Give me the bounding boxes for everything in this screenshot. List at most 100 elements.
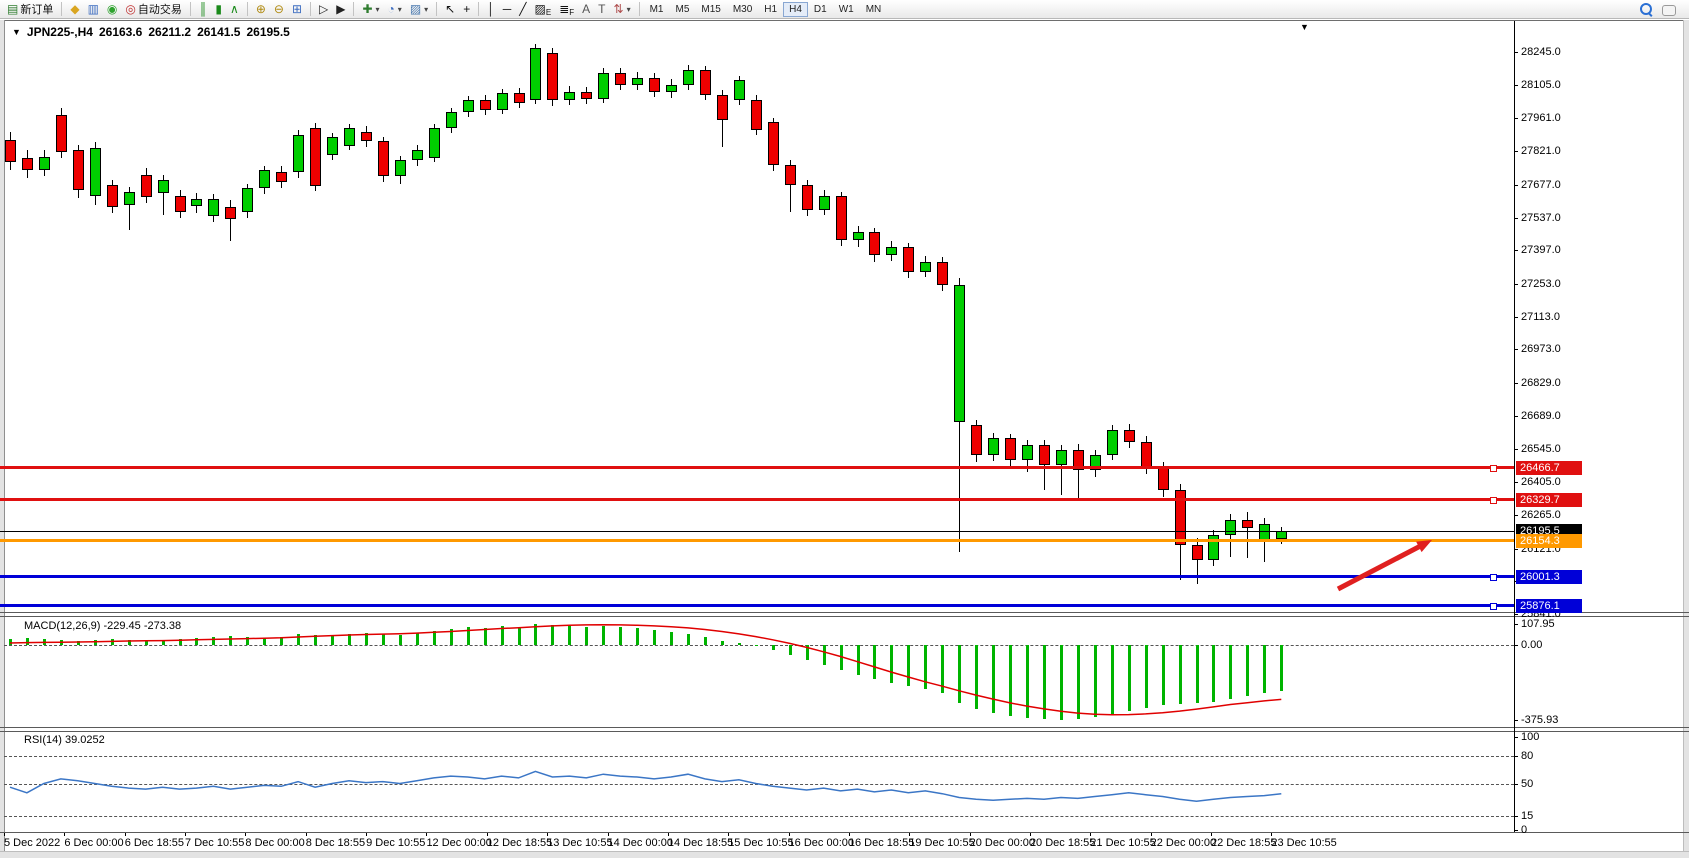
auto-scroll-button[interactable]: ▶ [332,0,349,19]
price-tick-label: 28105.0 [1521,79,1561,91]
level-line-handle[interactable] [1490,574,1497,581]
cursor-button[interactable]: ↖ [441,0,459,19]
price-tick [1514,218,1518,219]
dropdown-caret-icon: ▾ [376,5,380,14]
timeframe-m15[interactable]: M15 [695,2,726,17]
candle [446,112,457,128]
level-line-26329.7[interactable] [0,498,1514,501]
macd-histogram-bar [721,641,724,645]
macd-histogram-bar [1111,645,1114,714]
price-tick [1514,449,1518,450]
macd-histogram-bar [840,645,843,670]
macd-histogram-bar [145,641,148,645]
candle [971,425,982,455]
level-line-25876.1[interactable] [0,604,1514,607]
timeframe-w1[interactable]: W1 [833,2,860,17]
level-line-26466.7[interactable] [0,466,1514,469]
candle [564,92,575,100]
macd-axis-tick [1514,624,1518,625]
separator-main-macd[interactable] [0,612,1689,613]
rsi-label: RSI(14) 39.0252 [24,734,105,746]
signal-button[interactable]: ◉ [103,0,121,19]
candle [310,128,321,186]
price-badge: 26154.3 [1516,534,1582,548]
timeframe-mn[interactable]: MN [860,2,888,17]
macd-zero-line [4,645,1514,646]
level-line-26195.5[interactable] [0,531,1514,532]
text-button[interactable]: A [578,0,594,19]
level-line-26001.3[interactable] [0,575,1514,578]
candle [988,438,999,455]
window-right-edge [1683,20,1689,858]
macd-histogram-bar [568,626,571,645]
macd-histogram-bar [907,645,910,686]
text-label-button[interactable]: T [594,0,609,19]
price-tick [1514,284,1518,285]
candle [429,128,440,158]
autotrade-button[interactable]: ◎自动交易 [121,0,185,19]
charts-window-button[interactable]: ▥ [84,0,103,19]
scroll-to-end-marker[interactable]: ▼ [1300,22,1309,32]
arrows-button[interactable]: ⇅▾ [610,0,635,19]
price-badge: 25876.1 [1516,599,1582,613]
price-tick-label: 27253.0 [1521,278,1561,290]
level-line-handle[interactable] [1490,603,1497,610]
styles-button[interactable]: ◆ [66,0,83,19]
candle [124,192,135,205]
macd-histogram-bar [501,626,504,645]
timeframe-m30[interactable]: M30 [727,2,758,17]
templates-button[interactable]: ▨▾ [406,0,432,19]
separator-macd-rsi[interactable] [0,727,1689,728]
chat-icon[interactable]: 1 [1662,3,1678,15]
macd-histogram-bar [1229,645,1232,699]
indicators-icon: ✚ [362,1,372,18]
timeframe-m5[interactable]: M5 [669,2,695,17]
level-line-handle[interactable] [1490,497,1497,504]
tile-windows-button[interactable]: ⊞ [288,0,306,19]
separator-rsi-timeaxis [0,832,1689,833]
zoom-out-button[interactable]: ⊖ [270,0,288,19]
toolbar-separator [639,2,640,16]
periods-button[interactable]: ◔▾ [384,0,406,19]
search-icon[interactable] [1640,3,1652,15]
macd-histogram-bar [111,639,114,645]
periods-icon: ◔ [388,1,395,18]
candle-wick [1247,512,1248,558]
vertical-line-button[interactable]: │ [483,0,499,19]
macd-histogram-bar [958,645,961,703]
line-chart-button[interactable]: ∧ [226,0,243,19]
charts-window-icon: ▥ [88,1,99,18]
separator-main-macd-2 [0,616,1689,617]
fibonacci-button[interactable]: ≣F [555,0,578,19]
rsi-axis-label: 50 [1521,778,1533,790]
chart-title[interactable]: ▼ JPN225-,H4 26163.6 26211.2 26141.5 261… [12,25,290,39]
macd-histogram-bar [43,639,46,645]
level-line-handle[interactable] [1490,465,1497,472]
macd-histogram-bar [1026,645,1029,718]
rsi-axis-label: 80 [1521,750,1533,762]
timeframe-m1[interactable]: M1 [644,2,670,17]
zoom-in-button[interactable]: ⊕ [252,0,270,19]
timeframe-h1[interactable]: H1 [758,2,783,17]
macd-histogram-bar [1162,645,1165,705]
new-order-button[interactable]: ▤新订单 [3,0,57,19]
indicators-button[interactable]: ✚▾ [358,0,383,19]
chart-shift-button[interactable]: ▷ [315,0,332,19]
crosshair-button[interactable]: + [459,0,474,19]
timeframe-h4[interactable]: H4 [783,2,808,17]
level-line-26154.3[interactable] [0,539,1514,542]
equidistant-channel-button[interactable]: ▨E [531,0,556,19]
macd-histogram-bar [653,630,656,645]
macd-histogram-bar [314,635,317,645]
toolbar-separator [353,2,354,16]
macd-histogram-bar [1196,645,1199,703]
bar-chart-button[interactable]: ║ [195,0,212,19]
horizontal-line-button[interactable]: ─ [499,0,516,19]
candle-chart-button[interactable]: ▮ [211,0,226,19]
candle [937,262,948,285]
price-tick [1514,614,1518,615]
candle [56,115,67,152]
timeframe-d1[interactable]: D1 [808,2,833,17]
trendline-button[interactable]: ╱ [515,0,530,19]
candle [802,185,813,210]
